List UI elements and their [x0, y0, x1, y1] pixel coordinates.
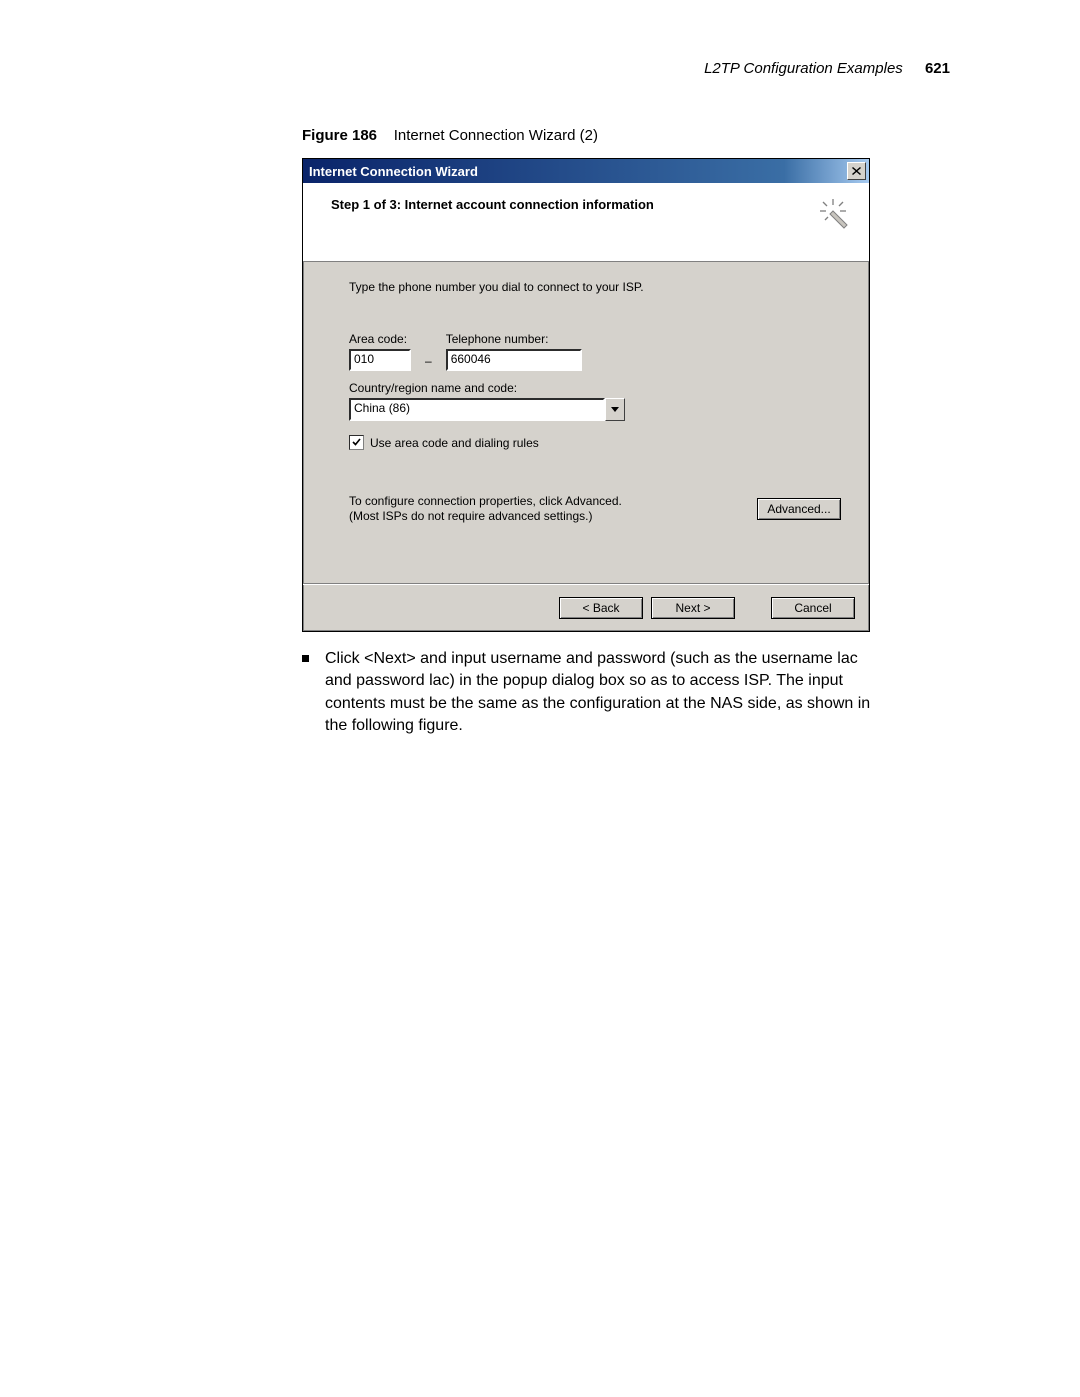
- area-code-input[interactable]: 010: [349, 349, 411, 371]
- figure-caption: Figure 186 Internet Connection Wizard (2…: [302, 127, 950, 144]
- page-number: 621: [925, 60, 950, 77]
- telephone-label: Telephone number:: [446, 332, 582, 346]
- country-select-value: China (86): [349, 398, 605, 421]
- use-dialing-rules-checkbox[interactable]: [349, 435, 364, 450]
- bullet-paragraph: Click <Next> and input username and pass…: [302, 648, 887, 738]
- titlebar: Internet Connection Wizard: [303, 159, 869, 183]
- advanced-button[interactable]: Advanced...: [757, 498, 841, 520]
- dropdown-button[interactable]: [605, 398, 625, 421]
- step-title: Step 1 of 3: Internet account connection…: [331, 197, 654, 212]
- figure-label: Figure 186: [302, 127, 377, 144]
- bullet-text: Click <Next> and input username and pass…: [325, 648, 887, 738]
- section-title: L2TP Configuration Examples: [704, 60, 903, 77]
- page-header: L2TP Configuration Examples 621: [130, 60, 950, 77]
- dialog-window: Internet Connection Wizard Step 1 of 3: …: [302, 158, 870, 632]
- country-label: Country/region name and code:: [349, 381, 841, 395]
- wand-icon: [817, 197, 851, 231]
- back-button[interactable]: < Back: [559, 597, 643, 619]
- dialog-title: Internet Connection Wizard: [309, 164, 847, 179]
- advanced-description: To configure connection properties, clic…: [349, 494, 737, 524]
- figure-caption-text: Internet Connection Wizard (2): [394, 127, 598, 144]
- close-button[interactable]: [847, 162, 866, 180]
- area-code-label: Area code:: [349, 332, 411, 346]
- phone-dash: –: [425, 354, 432, 371]
- dialog-banner: Step 1 of 3: Internet account connection…: [303, 183, 869, 262]
- telephone-input[interactable]: 660046: [446, 349, 582, 371]
- chevron-down-icon: [611, 407, 619, 412]
- next-button[interactable]: Next >: [651, 597, 735, 619]
- instruction-text: Type the phone number you dial to connec…: [349, 280, 841, 294]
- cancel-button[interactable]: Cancel: [771, 597, 855, 619]
- country-select[interactable]: China (86): [349, 398, 841, 421]
- close-icon: [852, 167, 861, 175]
- dialog-content: Type the phone number you dial to connec…: [303, 262, 869, 584]
- button-bar: < Back Next > Cancel: [303, 584, 869, 631]
- checkmark-icon: [352, 438, 361, 447]
- bullet-icon: [302, 655, 309, 662]
- use-dialing-rules-label: Use area code and dialing rules: [370, 436, 539, 450]
